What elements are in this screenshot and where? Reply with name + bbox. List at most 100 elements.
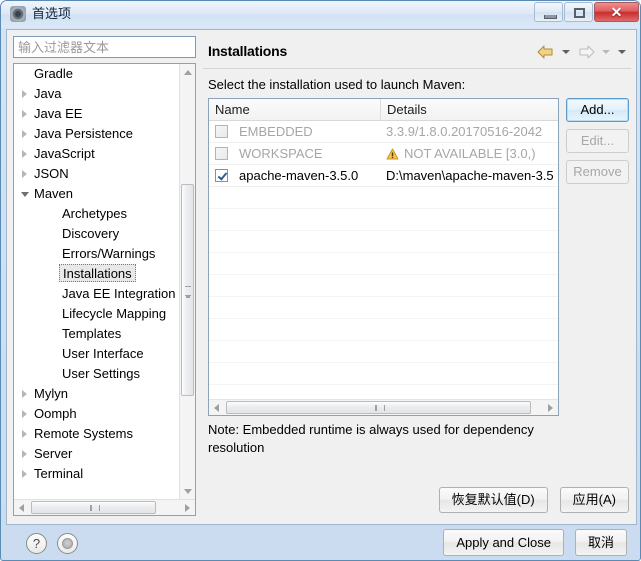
tree-collapsed-arrow-icon[interactable] [22,450,27,458]
table-header: Name Details [209,99,558,121]
apply-and-close-button[interactable]: Apply and Close [443,529,564,556]
page-action-buttons: 恢复默认值(D) 应用(A) [438,487,629,513]
table-hscroll-thumb[interactable] [226,401,531,414]
sidebar-item-discovery[interactable]: Discovery [14,224,179,244]
help-icon[interactable]: ? [26,533,47,554]
restore-icon [574,8,585,18]
installation-details-cell: NOT AVAILABLE [3.0,) [380,146,558,161]
tree-collapsed-arrow-icon[interactable] [22,390,27,398]
oomph-record-icon[interactable] [57,533,78,554]
minimize-icon [544,15,557,19]
sidebar-item-java-ee[interactable]: Java EE [14,104,179,124]
table-empty-row [209,341,558,363]
scroll-left-icon[interactable] [19,504,24,512]
sidebar-item-label: Remote Systems [34,426,133,441]
close-button[interactable]: ✕ [594,2,639,22]
sidebar-item-label: Archetypes [62,206,128,221]
sidebar-item-remote-systems[interactable]: Remote Systems [14,424,179,444]
note-label: Note: Embedded runtime is always used fo… [208,422,534,455]
table-row[interactable]: WORKSPACE NOT AVAILABLE [3.0,) [209,143,558,165]
preferences-tree[interactable]: Gradle Java Java EE Java Persistence JavaScr… [13,63,196,516]
sidebar-item-label: User Settings [62,366,141,381]
installation-details-label: D:\maven\apache-maven-3.5 [386,168,554,183]
tree-hscroll-thumb[interactable] [31,501,156,514]
installation-checkbox[interactable] [215,147,228,160]
sidebar-item-label: Java Persistence [34,126,133,141]
scroll-left-icon[interactable] [214,404,219,412]
installation-checkbox[interactable] [215,169,228,182]
table-horizontal-scrollbar[interactable] [209,399,558,415]
filter-input[interactable]: 输入过滤器文本 [13,36,196,58]
maximize-button[interactable] [564,2,593,22]
sidebar-item-java-persistence[interactable]: Java Persistence [14,124,179,144]
scroll-up-icon[interactable] [184,70,192,75]
minimize-button[interactable] [534,2,563,22]
tree-expanded-arrow-icon[interactable] [21,192,29,197]
restore-defaults-button[interactable]: 恢复默认值(D) [438,487,548,513]
view-menu-button[interactable] [615,42,629,62]
installations-table[interactable]: Name Details EMBEDDED 3.3.9/1.8.0.20170516… [208,98,559,416]
column-header-name[interactable]: Name [209,99,381,120]
apply-button[interactable]: 应用(A) [559,487,629,513]
sidebar-item-user-interface[interactable]: User Interface [14,344,179,364]
scroll-down-icon[interactable] [184,489,192,494]
sidebar-item-oomph[interactable]: Oomph [14,404,179,424]
sidebar-item-label: Java EE Integration [62,286,176,301]
sidebar-item-gradle[interactable]: Gradle [14,64,179,84]
table-empty-row [209,363,558,385]
sidebar-item-java-ee-integration[interactable]: Java EE Integration [14,284,179,304]
installations-page: Installations Select the installation us… [203,35,631,516]
forward-history-dropdown[interactable] [599,42,613,62]
tree-vscroll-thumb[interactable] [181,184,194,396]
sidebar-item-server[interactable]: Server [14,444,179,464]
sidebar-item-label: Oomph [34,406,77,421]
scroll-right-icon[interactable] [548,404,553,412]
tree-collapsed-arrow-icon[interactable] [22,410,27,418]
table-empty-row [209,209,558,231]
sidebar-item-label: Server [34,446,73,461]
sidebar-item-lifecycle-mapping[interactable]: Lifecycle Mapping [14,304,179,324]
tree-vertical-scrollbar[interactable] [179,64,195,500]
sidebar-item-errors-warnings[interactable]: Errors/Warnings [14,244,179,264]
table-row[interactable]: apache-maven-3.5.0 D:\maven\apache-maven-… [209,165,558,187]
sidebar-item-mylyn[interactable]: Mylyn [14,384,179,404]
installation-details-label: NOT AVAILABLE [3.0,) [404,146,536,161]
installation-name-label: EMBEDDED [239,124,313,139]
back-button[interactable] [535,42,557,62]
sidebar-item-label: Java EE [34,106,83,121]
scroll-right-icon[interactable] [185,504,190,512]
chevron-down-icon [562,50,570,54]
tree-collapsed-arrow-icon[interactable] [22,430,27,438]
sidebar-item-maven[interactable]: Maven [14,184,179,204]
installation-checkbox[interactable] [215,125,228,138]
sidebar-item-json[interactable]: JSON [14,164,179,184]
back-history-dropdown[interactable] [559,42,573,62]
sidebar-item-javascript[interactable]: JavaScript [14,144,179,164]
tree-collapsed-arrow-icon[interactable] [22,130,27,138]
installation-name-label: WORKSPACE [239,146,323,161]
sidebar-item-java[interactable]: Java [14,84,179,104]
tree-collapsed-arrow-icon[interactable] [22,470,27,478]
sidebar-item-installations[interactable]: Installations [14,264,179,284]
sidebar-item-label: Terminal [34,466,84,481]
cancel-button[interactable]: 取消 [574,529,627,556]
tree-collapsed-arrow-icon[interactable] [22,110,27,118]
table-empty-row [209,231,558,253]
sidebar-item-terminal[interactable]: Terminal [14,464,179,484]
sidebar-item-templates[interactable]: Templates [14,324,179,344]
preferences-dialog: 首选项 ✕ 输入过滤器文本 Gradle Java Java EE Java Pers… [0,0,641,561]
page-title: Installations [208,43,288,59]
page-navigation [535,42,629,62]
column-header-details[interactable]: Details [381,99,558,120]
table-row[interactable]: EMBEDDED 3.3.9/1.8.0.20170516-2042 [209,121,558,143]
sidebar-item-archetypes[interactable]: Archetypes [14,204,179,224]
forward-button[interactable] [575,42,597,62]
add-button[interactable]: Add... [566,98,629,122]
tree-horizontal-scrollbar[interactable] [14,499,195,515]
table-empty-row [209,319,558,341]
footer-buttons: Apply and Close 取消 [443,529,627,556]
tree-collapsed-arrow-icon[interactable] [22,90,27,98]
tree-collapsed-arrow-icon[interactable] [22,170,27,178]
tree-collapsed-arrow-icon[interactable] [22,150,27,158]
sidebar-item-user-settings[interactable]: User Settings [14,364,179,384]
